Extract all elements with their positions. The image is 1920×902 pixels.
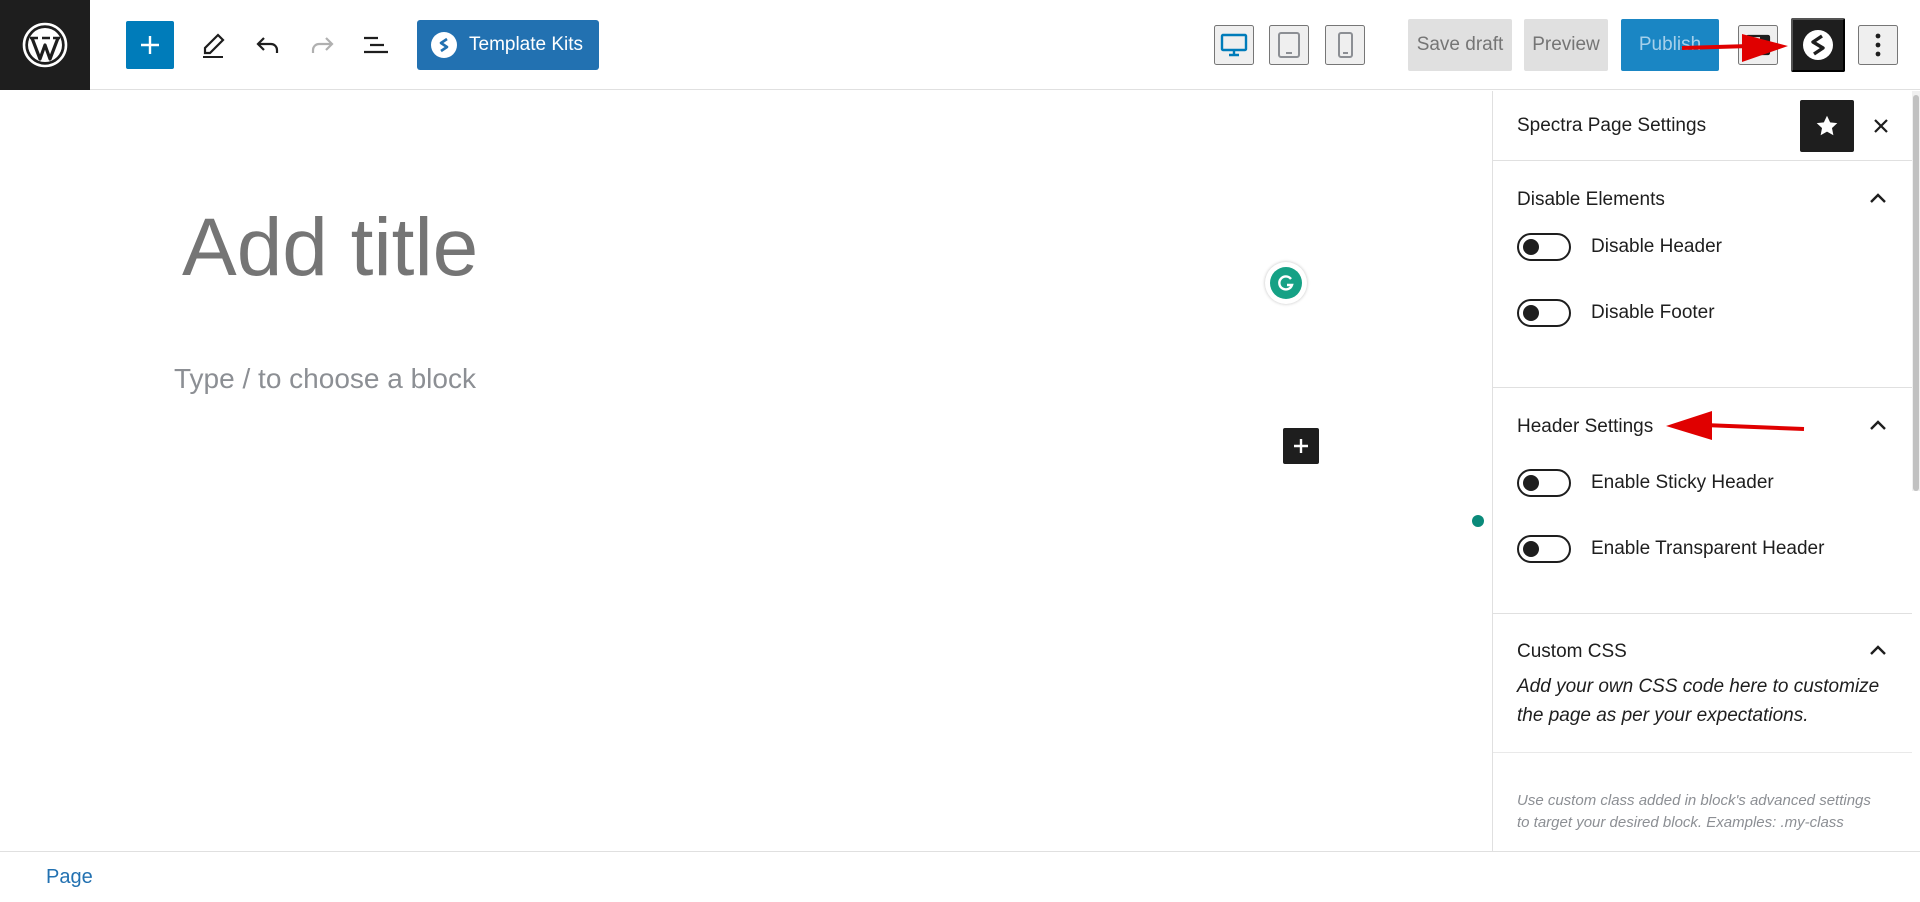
mobile-icon xyxy=(1338,32,1353,58)
toggle-disable-footer[interactable]: Disable Footer xyxy=(1517,299,1715,327)
close-sidebar-button[interactable] xyxy=(1861,106,1901,146)
spectra-settings-button[interactable] xyxy=(1791,18,1845,72)
grammarly-icon xyxy=(1270,267,1302,299)
toggle-disable-header[interactable]: Disable Header xyxy=(1517,233,1722,261)
pencil-icon xyxy=(203,33,225,58)
toggle-label: Enable Transparent Header xyxy=(1591,538,1825,559)
spectra-settings-sidebar: Spectra Page Settings Disable Elements D… xyxy=(1492,91,1912,851)
close-icon xyxy=(1874,119,1888,133)
panel-title[interactable]: Custom CSS xyxy=(1517,641,1627,663)
wordpress-logo-button[interactable] xyxy=(0,0,90,90)
publish-button[interactable]: Publish xyxy=(1621,19,1719,71)
toggle-label: Enable Sticky Header xyxy=(1591,472,1774,493)
sidebar-title: Spectra Page Settings xyxy=(1517,115,1707,136)
editor-canvas: Add title Type / to choose a block xyxy=(0,91,1491,851)
spectra-logo-icon xyxy=(431,32,457,58)
toggle-switch[interactable] xyxy=(1517,535,1571,563)
grammarly-button[interactable] xyxy=(1265,262,1307,304)
preview-button[interactable]: Preview xyxy=(1524,19,1608,71)
toggle-sticky-header[interactable]: Enable Sticky Header xyxy=(1517,469,1774,497)
toggle-label: Disable Header xyxy=(1591,236,1722,257)
editor-footer: Page xyxy=(0,851,1920,902)
sidebar-header: Spectra Page Settings xyxy=(1493,91,1912,161)
desktop-icon xyxy=(1220,33,1248,57)
chevron-up-icon[interactable] xyxy=(1863,635,1893,665)
toggle-knob xyxy=(1523,305,1539,321)
tools-button[interactable] xyxy=(193,25,233,65)
block-inserter-button[interactable] xyxy=(126,21,174,69)
sidebar-scrollbar-thumb[interactable] xyxy=(1913,95,1919,491)
spectra-logo-icon xyxy=(1803,30,1833,60)
star-icon xyxy=(1816,115,1838,136)
template-kits-button[interactable]: Template Kits xyxy=(417,20,599,70)
mobile-preview-button[interactable] xyxy=(1325,25,1365,65)
editor-header: Template Kits Save draft Preview Publish xyxy=(0,0,1920,90)
resize-handle-dot xyxy=(1472,515,1484,527)
panel-custom-css: Custom CSS Add your own CSS code here to… xyxy=(1493,614,1912,851)
redo-icon xyxy=(311,37,334,53)
wordpress-icon xyxy=(22,22,68,68)
toggle-knob xyxy=(1523,239,1539,255)
block-appender-placeholder[interactable]: Type / to choose a block xyxy=(174,363,476,395)
divider xyxy=(1493,752,1912,753)
panel-title[interactable]: Disable Elements xyxy=(1517,189,1665,211)
custom-css-description: Add your own CSS code here to customize … xyxy=(1517,676,1880,726)
chevron-up-icon[interactable] xyxy=(1863,183,1893,213)
settings-sidebar-button[interactable] xyxy=(1738,25,1778,65)
plus-icon xyxy=(141,36,159,54)
plus-icon xyxy=(1294,439,1308,453)
options-menu-button[interactable] xyxy=(1858,25,1898,65)
desktop-preview-button[interactable] xyxy=(1214,25,1254,65)
toggle-switch[interactable] xyxy=(1517,233,1571,261)
toggle-switch[interactable] xyxy=(1517,299,1571,327)
post-title-input[interactable]: Add title xyxy=(182,201,478,295)
custom-css-note: Use custom class added in block's advanc… xyxy=(1517,792,1871,831)
chevron-up-icon[interactable] xyxy=(1863,410,1893,440)
more-vertical-icon xyxy=(1875,33,1881,57)
undo-button[interactable] xyxy=(248,25,288,65)
undo-icon xyxy=(256,37,279,53)
redo-button[interactable] xyxy=(302,25,342,65)
tablet-preview-button[interactable] xyxy=(1269,25,1309,65)
toggle-transparent-header[interactable]: Enable Transparent Header xyxy=(1517,535,1824,563)
panel-title[interactable]: Header Settings xyxy=(1517,416,1653,438)
template-kits-label: Template Kits xyxy=(469,34,584,55)
panel-disable-elements: Disable Elements Disable Header Disable … xyxy=(1493,161,1912,388)
add-block-button[interactable] xyxy=(1283,428,1319,464)
breadcrumb[interactable]: Page xyxy=(46,866,93,889)
sidebar-icon xyxy=(1745,34,1771,56)
toggle-knob xyxy=(1523,541,1539,557)
panel-header-settings: Header Settings Enable Sticky Header Ena… xyxy=(1493,388,1912,614)
tablet-icon xyxy=(1278,32,1300,58)
toggle-switch[interactable] xyxy=(1517,469,1571,497)
save-draft-button[interactable]: Save draft xyxy=(1408,19,1512,71)
pin-favorite-button[interactable] xyxy=(1800,100,1854,152)
toggle-label: Disable Footer xyxy=(1591,302,1715,323)
list-view-icon xyxy=(364,36,388,54)
document-overview-button[interactable] xyxy=(356,25,396,65)
toggle-knob xyxy=(1523,475,1539,491)
